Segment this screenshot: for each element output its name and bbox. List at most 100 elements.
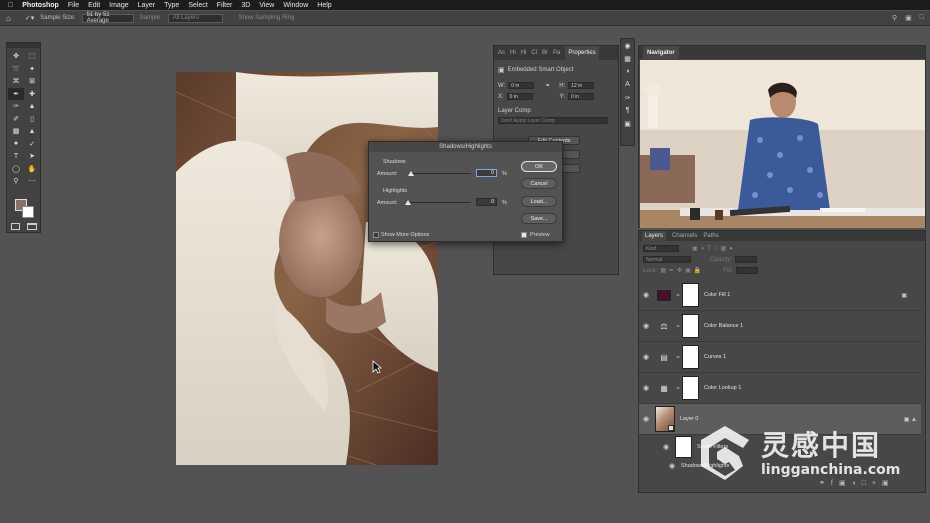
layer-mask-thumbnail[interactable]	[682, 283, 699, 307]
height-field[interactable]: 12 in	[568, 82, 595, 89]
healing-brush-tool-icon[interactable]: ✚	[24, 88, 40, 101]
load-button[interactable]: Load...	[521, 196, 557, 207]
shadows-amount-slider-track[interactable]	[409, 173, 471, 174]
layer-mask-thumbnail[interactable]	[682, 345, 699, 369]
eyedropper-tool-icon[interactable]: ✒	[8, 87, 24, 100]
tab-navigator[interactable]: Navigator	[643, 46, 679, 59]
layer-name[interactable]: Color Balance 1	[704, 323, 743, 329]
more-tools-icon[interactable]: ⋯	[24, 175, 40, 188]
layer-row-color-lookup[interactable]: ◉ ▦ ⚭ Color Lookup 1	[639, 373, 921, 404]
eraser-tool-icon[interactable]: ▯	[24, 113, 40, 126]
visibility-eye-icon[interactable]: ◉	[639, 415, 653, 423]
hand-tool-icon[interactable]: ✋	[24, 163, 40, 176]
canvas-image[interactable]	[176, 72, 438, 465]
preview-checkbox[interactable]	[521, 232, 527, 238]
x-field[interactable]: 0 in	[506, 93, 533, 100]
type-tool-icon[interactable]: T	[8, 150, 24, 163]
tab-layers[interactable]: Layers	[642, 231, 667, 241]
menu-file[interactable]: File	[68, 2, 79, 9]
search-icon[interactable]: ⚲	[892, 14, 897, 22]
crop-tool-icon[interactable]: ⌘	[8, 75, 24, 88]
smart-filter-mask-thumbnail[interactable]	[675, 436, 692, 458]
menu-3d[interactable]: 3D	[241, 2, 250, 9]
menu-filter[interactable]: Filter	[217, 2, 233, 9]
history-brush-tool-icon[interactable]: ✐	[8, 113, 24, 126]
dodge-tool-icon[interactable]: ●	[8, 138, 24, 151]
width-field[interactable]: 0 in	[508, 82, 535, 89]
eyedropper-tool-icon[interactable]: ✓▾	[25, 14, 34, 22]
lasso-tool-icon[interactable]: ➰	[8, 63, 24, 76]
paragraph-icon[interactable]: ¶	[621, 104, 634, 117]
background-color-swatch[interactable]	[22, 206, 34, 218]
layer-mask-thumbnail[interactable]	[682, 314, 699, 338]
character-icon[interactable]: A	[621, 78, 634, 91]
layer-name[interactable]: Curves 1	[704, 354, 726, 360]
sample-size-select[interactable]: 51 by 51 Average	[81, 12, 134, 24]
move-tool-icon[interactable]: ✥	[8, 50, 24, 63]
show-more-options-checkbox[interactable]	[373, 232, 379, 238]
cancel-button[interactable]: Cancel	[521, 178, 557, 189]
y-field[interactable]: 0 in	[568, 93, 595, 100]
menu-layer[interactable]: Layer	[138, 2, 156, 9]
ok-button[interactable]: OK	[521, 161, 557, 172]
menu-edit[interactable]: Edit	[88, 2, 100, 9]
adjustments-icon[interactable]: ◑	[621, 65, 634, 78]
tab-adjustments[interactable]: Ac	[498, 50, 505, 56]
zoom-tool-icon[interactable]: ⚲	[8, 175, 24, 188]
sample-select[interactable]: All Layers	[167, 13, 223, 23]
clone-stamp-tool-icon[interactable]: ▲	[24, 100, 40, 113]
visibility-eye-icon[interactable]: ◉	[659, 443, 673, 451]
blur-tool-icon[interactable]: ▲	[24, 125, 40, 138]
brush-tool-icon[interactable]: ✑	[8, 100, 24, 113]
menu-image[interactable]: Image	[109, 2, 128, 9]
tab-channels[interactable]: Channels	[672, 233, 697, 239]
shadows-amount-field[interactable]: 0	[476, 169, 497, 177]
navigator-preview[interactable]	[640, 60, 925, 228]
fill-field[interactable]	[735, 267, 758, 274]
glyphs-icon[interactable]: ▣	[621, 117, 634, 130]
screen-mode-icon[interactable]	[27, 223, 37, 230]
arrange-icon[interactable]: ▣	[905, 14, 912, 22]
filter-icons[interactable]: ▣◑T□▦●	[692, 245, 736, 252]
tab-paragraph[interactable]: Pa	[553, 50, 560, 56]
menu-type[interactable]: Type	[164, 2, 179, 9]
pen-tool-icon[interactable]: ✓	[24, 138, 40, 151]
tab-histogram[interactable]: Hi	[510, 50, 516, 56]
swatches-icon[interactable]: ▦	[621, 52, 634, 65]
menu-window[interactable]: Window	[283, 2, 308, 9]
show-sampling-ring-checkbox[interactable]: Show Sampling Ring	[235, 14, 299, 23]
magic-wand-tool-icon[interactable]: ✦	[24, 63, 40, 76]
layer-name[interactable]: Color Lookup 1	[704, 385, 741, 391]
visibility-eye-icon[interactable]: ◉	[665, 462, 679, 470]
opacity-field[interactable]	[735, 256, 758, 263]
save-button[interactable]: Save...	[521, 213, 557, 224]
layer-thumbnail[interactable]	[655, 406, 675, 432]
path-selection-tool-icon[interactable]: ➤	[24, 150, 40, 163]
show-more-options-label[interactable]: Show More Options	[381, 232, 429, 238]
lock-icons[interactable]: ▦✒✥▣🔒	[660, 267, 704, 274]
layer-row-curves[interactable]: ◉ ▤ ⚭ Curves 1	[639, 342, 921, 373]
layer-effects-icon[interactable]: ▣	[901, 292, 907, 299]
blend-mode-select[interactable]: Normal	[643, 256, 691, 263]
highlights-amount-slider-thumb[interactable]	[405, 200, 411, 205]
home-icon[interactable]: ⌂	[6, 14, 11, 23]
frame-tool-icon[interactable]: ⊠	[24, 75, 40, 88]
visibility-eye-icon[interactable]: ◉	[639, 322, 653, 330]
layer-name[interactable]: Color Fill 1	[704, 292, 730, 298]
tab-history[interactable]: Hi	[521, 50, 527, 56]
tab-clone-source[interactable]: Cl	[531, 50, 537, 56]
tab-paths[interactable]: Paths	[703, 233, 718, 239]
shape-tool-icon[interactable]: ◯	[8, 163, 24, 176]
gradient-tool-icon[interactable]: ▩	[8, 125, 24, 138]
visibility-eye-icon[interactable]: ◉	[639, 291, 653, 299]
layer-row-color-fill[interactable]: ◉ ⚭ Color Fill 1 ▣	[639, 280, 921, 311]
menu-select[interactable]: Select	[188, 2, 207, 9]
preview-label[interactable]: Preview	[530, 232, 550, 238]
layer-mask-thumbnail[interactable]	[682, 376, 699, 400]
marquee-tool-icon[interactable]: ⬚	[24, 50, 40, 63]
highlights-amount-slider-track[interactable]	[407, 202, 471, 203]
tab-brushes[interactable]: Br	[542, 50, 548, 56]
workspace-icon[interactable]: □	[920, 14, 924, 22]
kind-filter-select[interactable]: Kind	[643, 245, 679, 252]
highlights-amount-field[interactable]: 0	[476, 198, 497, 206]
